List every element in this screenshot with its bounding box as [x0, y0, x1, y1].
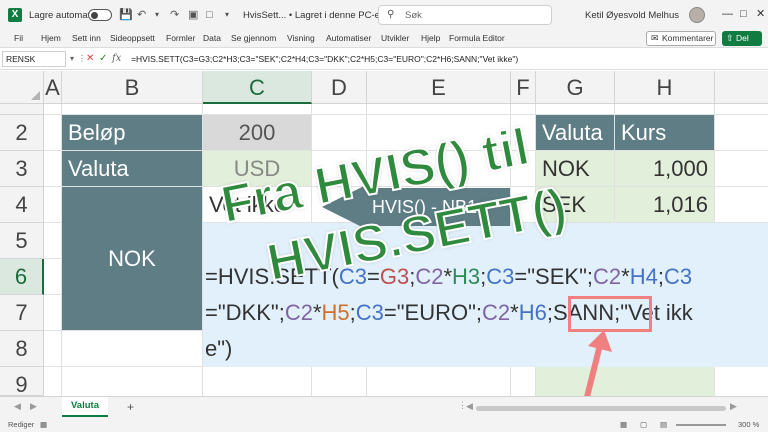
zoom-slider[interactable] [676, 424, 726, 426]
page-layout-icon[interactable]: ▢ [640, 420, 647, 429]
add-sheet-icon[interactable]: + [127, 400, 134, 414]
normal-view-icon[interactable]: ▦ [620, 420, 627, 429]
zoom-level[interactable]: 300 % [738, 420, 759, 429]
accessibility-icon[interactable]: ▦ [40, 420, 47, 429]
scroll-left-icon[interactable]: ◀ [466, 401, 473, 412]
page-break-icon[interactable]: ▤ [660, 420, 667, 429]
sheet-tab-bar: ◀ ▶ Valuta + ⋮ ◀ ▶ [0, 396, 768, 418]
pointer-arrow-icon [577, 330, 612, 428]
status-bar: Rediger ▦ ▦ ▢ ▤ 300 % [0, 418, 768, 432]
horizontal-scrollbar[interactable] [476, 406, 726, 411]
status-mode: Rediger [8, 420, 35, 429]
sheet-tab-valuta[interactable]: Valuta [62, 397, 108, 417]
sheet-nav-next-icon[interactable]: ▶ [30, 401, 37, 412]
scroll-right-icon[interactable]: ▶ [730, 401, 737, 412]
sheet-nav-prev-icon[interactable]: ◀ [14, 401, 21, 412]
